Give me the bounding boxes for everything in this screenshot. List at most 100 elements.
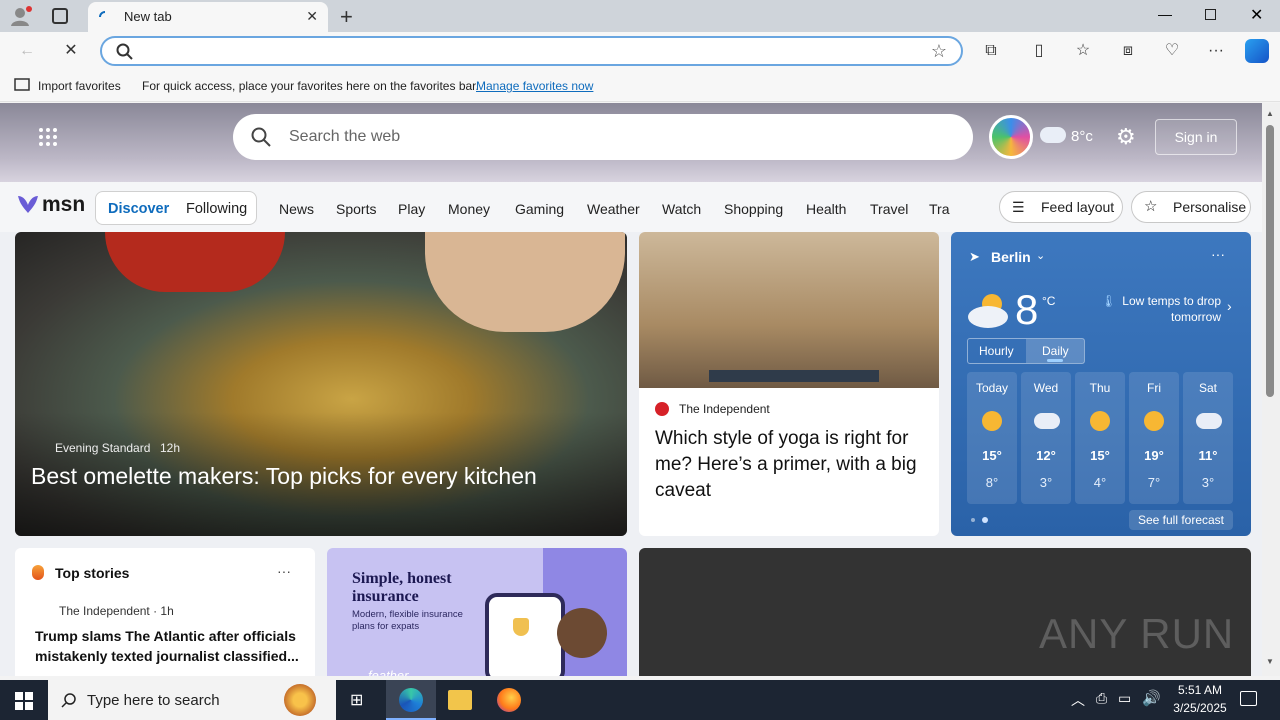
favorite-star-icon[interactable]: ☆: [931, 41, 947, 62]
page-dot-active[interactable]: [982, 517, 988, 523]
tray-chevron-icon[interactable]: ︿: [1071, 690, 1085, 710]
taskbar: Type here to search ⊞ ︿ ⎙ ▭ 🔊 5:51 AM 3/…: [0, 680, 1280, 720]
split-screen-icon[interactable]: ▯: [1028, 40, 1050, 62]
nav-travel[interactable]: Travel: [870, 201, 908, 217]
nav-play[interactable]: Play: [398, 201, 425, 217]
msn-logo[interactable]: msn: [16, 192, 85, 221]
manage-favorites-link[interactable]: Manage favorites now: [476, 79, 593, 93]
personalise-label: Personalise: [1173, 199, 1247, 215]
nav-shopping[interactable]: Shopping: [724, 201, 783, 217]
favorites-bar: Import favorites For quick access, place…: [0, 70, 1280, 102]
day-high: 12°: [1036, 448, 1056, 463]
back-icon[interactable]: ←: [16, 40, 38, 62]
clock-time[interactable]: 5:51 AM: [1174, 683, 1226, 697]
personalise-button[interactable]: ☆ Personalise: [1131, 191, 1251, 223]
main-story-title[interactable]: Best omelette makers: Top picks for ever…: [31, 463, 621, 490]
file-explorer-icon[interactable]: [448, 690, 472, 710]
copilot-icon[interactable]: [1245, 39, 1269, 63]
feed-layout-button[interactable]: ☰ Feed layout: [999, 191, 1123, 223]
tab-hourly[interactable]: Hourly: [979, 344, 1014, 358]
web-search-input[interactable]: Search the web: [233, 114, 973, 160]
minimize-button[interactable]: —: [1158, 6, 1172, 22]
edge-logo: [399, 688, 423, 712]
collections-icon[interactable]: ⧈: [1117, 40, 1139, 62]
day-high: 15°: [1090, 448, 1110, 463]
volume-icon[interactable]: 🔊: [1142, 689, 1161, 707]
search-highlight-icon[interactable]: [284, 684, 316, 716]
yoga-story-card[interactable]: The Independent Which style of yoga is r…: [639, 232, 939, 536]
main-story-time: 12h: [160, 441, 181, 455]
chevron-right-icon[interactable]: ›: [1227, 298, 1232, 314]
tab-following[interactable]: Following: [186, 201, 247, 217]
tab-actions-icon[interactable]: [52, 8, 68, 24]
import-favorites-link[interactable]: Import favorites: [38, 79, 121, 93]
taskbar-search-input[interactable]: Type here to search: [48, 680, 336, 720]
day-label: Thu: [1089, 381, 1111, 395]
top-story-title[interactable]: Trump slams The Atlantic after officials…: [35, 626, 305, 666]
temp-unit: °C: [1042, 294, 1056, 308]
close-tab-icon[interactable]: ✕: [306, 8, 318, 25]
nav-health[interactable]: Health: [806, 201, 846, 217]
tab-discover[interactable]: Discover: [108, 201, 169, 217]
windows-start-icon[interactable]: [15, 692, 33, 710]
tab-new-tab[interactable]: New tab ✕: [88, 2, 328, 32]
more-options-icon[interactable]: ···: [1205, 40, 1227, 62]
profile-icon[interactable]: [10, 6, 32, 26]
nav-gaming[interactable]: Gaming: [515, 201, 564, 217]
scroll-thumb[interactable]: [1266, 125, 1274, 397]
restore-button[interactable]: [1205, 9, 1216, 20]
close-window-button[interactable]: ✕: [1250, 5, 1263, 25]
chevron-down-icon[interactable]: ⌄: [1036, 249, 1045, 262]
page-dot[interactable]: [971, 518, 975, 522]
nav-money[interactable]: Money: [448, 201, 490, 217]
loading-icon: [99, 11, 106, 18]
edge-taskbar-icon[interactable]: [386, 680, 436, 720]
weather-alert[interactable]: Low temps to drop tomorrow: [1113, 293, 1221, 325]
settings-gear-icon[interactable]: ⚙: [1116, 124, 1136, 150]
top-stories-more-icon[interactable]: ···: [277, 563, 291, 579]
nav-sports[interactable]: Sports: [336, 201, 376, 217]
extensions-icon[interactable]: ⧉: [980, 40, 1002, 62]
clock-date[interactable]: 3/25/2025: [1166, 701, 1234, 715]
task-view-icon[interactable]: ⊞: [350, 690, 370, 710]
new-tab-button[interactable]: +: [340, 4, 353, 30]
day-label: Sat: [1198, 381, 1217, 395]
stop-loading-icon[interactable]: ✕: [60, 40, 82, 62]
full-forecast-button[interactable]: See full forecast: [1129, 510, 1233, 530]
weather-more-icon[interactable]: ···: [1211, 246, 1225, 262]
network-icon[interactable]: ▭: [1118, 690, 1131, 707]
rewards-avatar[interactable]: [989, 115, 1033, 159]
apps-grid-icon[interactable]: [38, 127, 58, 147]
firefox-icon[interactable]: [497, 688, 521, 712]
nav-news[interactable]: News: [279, 201, 314, 217]
browser-essentials-icon[interactable]: ♡: [1161, 40, 1183, 62]
favorites-icon[interactable]: ☆: [1072, 40, 1094, 62]
favorites-hint: For quick access, place your favorites h…: [142, 79, 479, 93]
feed-layout-label: Feed layout: [1041, 199, 1115, 215]
insurance-ad-card[interactable]: Simple, honest insurance Modern, flexibl…: [327, 548, 627, 676]
day-label: Fri: [1147, 381, 1161, 395]
scroll-down-arrow[interactable]: ▼: [1266, 657, 1274, 666]
yoga-story-title[interactable]: Which style of yoga is right for me? Her…: [655, 426, 927, 504]
main-story-card[interactable]: Evening Standard 12h Best omelette maker…: [15, 232, 627, 536]
nav-traffic[interactable]: Tra: [929, 201, 949, 217]
header-weather-temp[interactable]: 8°c: [1071, 128, 1093, 145]
nav-watch[interactable]: Watch: [662, 201, 701, 217]
notifications-icon[interactable]: [1240, 691, 1257, 706]
day-label: Wed: [1033, 381, 1059, 395]
sign-in-button[interactable]: Sign in: [1155, 119, 1237, 155]
weather-card[interactable]: ➤ Berlin ⌄ ··· 8 °C 🌡 Low temps to drop …: [951, 232, 1251, 536]
butterfly-icon: [18, 196, 38, 213]
tray-device-icon[interactable]: ⎙: [1096, 690, 1107, 707]
page-scrollbar[interactable]: ▲ ▼: [1262, 103, 1280, 676]
yoga-story-source: The Independent: [679, 402, 770, 416]
scroll-up-arrow[interactable]: ▲: [1266, 109, 1274, 118]
top-stories-card: Top stories ··· The Independent · 1h Tru…: [15, 548, 315, 676]
nav-weather[interactable]: Weather: [587, 201, 640, 217]
cloudy-icon: [1034, 413, 1060, 429]
address-bar[interactable]: ☆: [100, 36, 963, 66]
top-stories-heading[interactable]: Top stories: [55, 565, 129, 581]
weather-city[interactable]: Berlin: [991, 249, 1031, 265]
tab-daily[interactable]: Daily: [1042, 344, 1069, 358]
video-card[interactable]: ANY RUN: [639, 548, 1251, 676]
